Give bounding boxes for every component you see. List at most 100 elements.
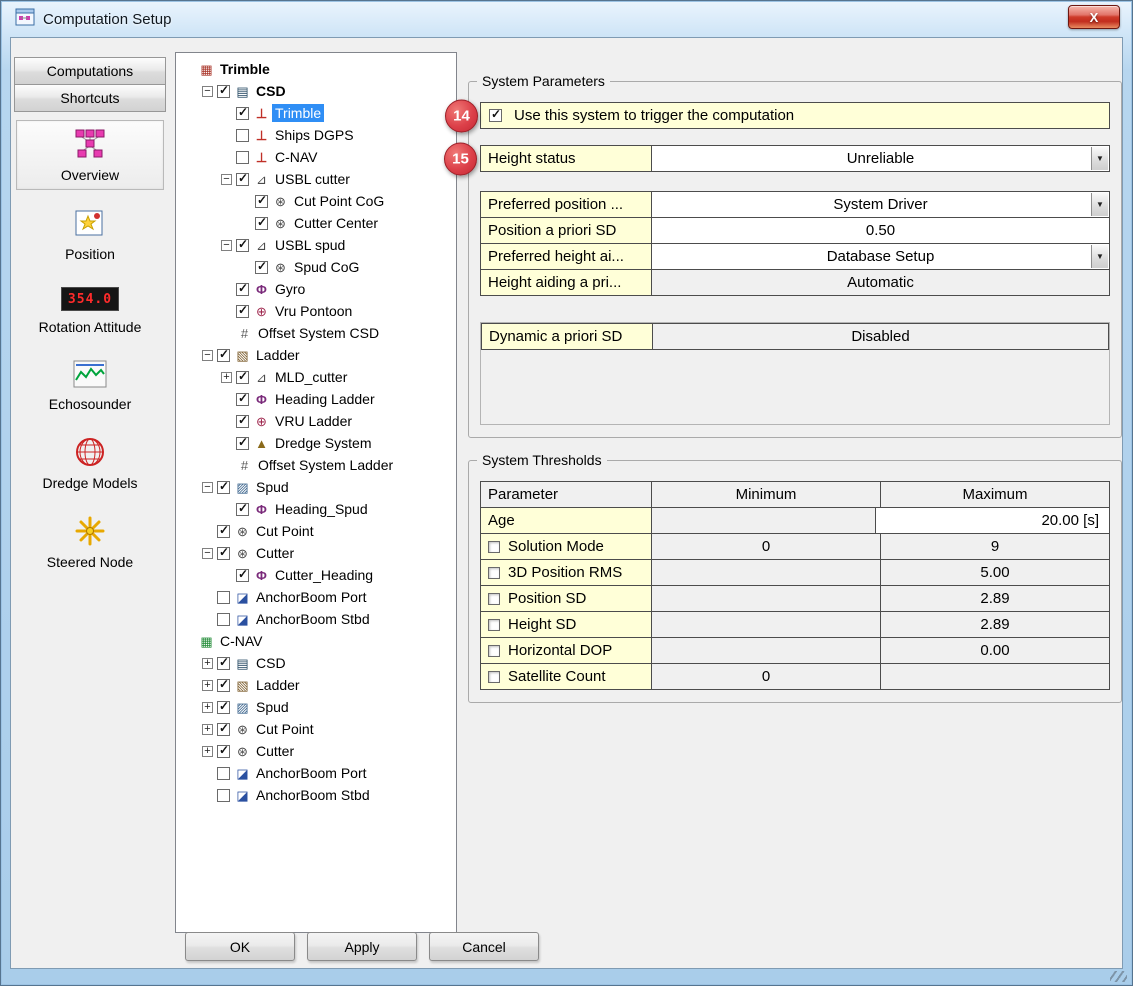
tree-checkbox[interactable] bbox=[217, 85, 230, 98]
tree-item[interactable]: Cutter Center bbox=[179, 212, 453, 234]
chevron-down-icon[interactable] bbox=[1091, 147, 1108, 170]
threshold-checkbox[interactable] bbox=[488, 619, 500, 631]
tree-item[interactable]: AnchorBoom Stbd bbox=[179, 784, 453, 806]
tree-checkbox[interactable] bbox=[217, 767, 230, 780]
tree-checkbox[interactable] bbox=[217, 613, 230, 626]
apply-button[interactable]: Apply bbox=[307, 932, 417, 961]
tree-checkbox[interactable] bbox=[236, 503, 249, 516]
resize-grip[interactable] bbox=[1110, 971, 1127, 982]
tree-checkbox[interactable] bbox=[217, 745, 230, 758]
tree-checkbox[interactable] bbox=[236, 283, 249, 296]
tree-item-selected[interactable]: Trimble bbox=[179, 102, 453, 124]
tree-checkbox[interactable] bbox=[217, 723, 230, 736]
tree-item[interactable]: Trimble bbox=[179, 58, 453, 80]
collapse-icon[interactable] bbox=[202, 350, 213, 361]
sidebar-item-overview[interactable]: Overview bbox=[16, 120, 164, 190]
tree-checkbox[interactable] bbox=[217, 679, 230, 692]
titlebar[interactable]: Computation Setup X bbox=[1, 1, 1132, 37]
tree-checkbox[interactable] bbox=[217, 789, 230, 802]
tree-item[interactable]: Dredge System bbox=[179, 432, 453, 454]
expand-icon[interactable] bbox=[202, 680, 213, 691]
chevron-down-icon[interactable] bbox=[1091, 245, 1108, 268]
tree-item[interactable]: CSD bbox=[179, 652, 453, 674]
tree-checkbox[interactable] bbox=[236, 239, 249, 252]
tree-item[interactable]: Spud CoG bbox=[179, 256, 453, 278]
collapse-icon[interactable] bbox=[202, 482, 213, 493]
tree-item[interactable]: Cut Point CoG bbox=[179, 190, 453, 212]
tree-checkbox[interactable] bbox=[236, 437, 249, 450]
tree-item[interactable]: Ladder bbox=[179, 344, 453, 366]
tree-checkbox[interactable] bbox=[217, 349, 230, 362]
tree-checkbox[interactable] bbox=[255, 261, 268, 274]
tree-item[interactable]: Offset System Ladder bbox=[179, 454, 453, 476]
collapse-icon[interactable] bbox=[202, 86, 213, 97]
tree-item[interactable]: Ships DGPS bbox=[179, 124, 453, 146]
chevron-down-icon[interactable] bbox=[1091, 193, 1108, 216]
ok-button[interactable]: OK bbox=[185, 932, 295, 961]
threshold-checkbox[interactable] bbox=[488, 593, 500, 605]
tree-checkbox[interactable] bbox=[236, 173, 249, 186]
close-button[interactable]: X bbox=[1068, 5, 1120, 29]
tree-checkbox[interactable] bbox=[255, 195, 268, 208]
tree-item[interactable]: Vru Pontoon bbox=[179, 300, 453, 322]
expand-icon[interactable] bbox=[202, 746, 213, 757]
height-status-select[interactable]: Unreliable bbox=[651, 145, 1110, 172]
tree-item[interactable]: AnchorBoom Stbd bbox=[179, 608, 453, 630]
tree-checkbox[interactable] bbox=[217, 657, 230, 670]
collapse-icon[interactable] bbox=[202, 548, 213, 559]
position-apriori-sd-input[interactable]: 0.50 bbox=[651, 217, 1110, 244]
tree-checkbox[interactable] bbox=[236, 129, 249, 142]
tree-checkbox[interactable] bbox=[236, 107, 249, 120]
tree-item[interactable]: Offset System CSD bbox=[179, 322, 453, 344]
tree-item[interactable]: Cutter bbox=[179, 542, 453, 564]
tree-item[interactable]: AnchorBoom Port bbox=[179, 762, 453, 784]
threshold-checkbox[interactable] bbox=[488, 645, 500, 657]
tree-item[interactable]: USBL spud bbox=[179, 234, 453, 256]
tree-checkbox[interactable] bbox=[236, 151, 249, 164]
cancel-button[interactable]: Cancel bbox=[429, 932, 539, 961]
expand-icon[interactable] bbox=[221, 372, 232, 383]
tree-item[interactable]: Ladder bbox=[179, 674, 453, 696]
expand-icon[interactable] bbox=[202, 658, 213, 669]
tab-shortcuts[interactable]: Shortcuts bbox=[14, 84, 166, 112]
collapse-icon[interactable] bbox=[221, 240, 232, 251]
tree-item[interactable]: VRU Ladder bbox=[179, 410, 453, 432]
trigger-computation-row[interactable]: 14 Use this system to trigger the comput… bbox=[480, 102, 1110, 129]
tree-checkbox[interactable] bbox=[236, 305, 249, 318]
tree-checkbox[interactable] bbox=[236, 569, 249, 582]
tree-checkbox[interactable] bbox=[236, 415, 249, 428]
tree-checkbox[interactable] bbox=[217, 547, 230, 560]
trigger-checkbox[interactable] bbox=[489, 109, 502, 122]
sidebar-item-position[interactable]: Position bbox=[16, 199, 164, 269]
tree-checkbox[interactable] bbox=[236, 371, 249, 384]
tree-item[interactable]: Spud bbox=[179, 476, 453, 498]
tree-item[interactable]: Heading Ladder bbox=[179, 388, 453, 410]
sidebar-item-steered-node[interactable]: Steered Node bbox=[16, 507, 164, 577]
tree-item[interactable]: C-NAV bbox=[179, 146, 453, 168]
preferred-position-select[interactable]: System Driver bbox=[651, 191, 1110, 218]
tree-item[interactable]: CSD bbox=[179, 80, 453, 102]
threshold-checkbox[interactable] bbox=[488, 567, 500, 579]
tree-item[interactable]: Spud bbox=[179, 696, 453, 718]
tree-item[interactable]: AnchorBoom Port bbox=[179, 586, 453, 608]
tree-item[interactable]: Cutter bbox=[179, 740, 453, 762]
tree-checkbox[interactable] bbox=[217, 591, 230, 604]
tree-item[interactable]: USBL cutter bbox=[179, 168, 453, 190]
collapse-icon[interactable] bbox=[221, 174, 232, 185]
tree-item[interactable]: Cut Point bbox=[179, 718, 453, 740]
tree-item[interactable]: Cut Point bbox=[179, 520, 453, 542]
expand-icon[interactable] bbox=[202, 724, 213, 735]
tree-item[interactable]: C-NAV bbox=[179, 630, 453, 652]
tree-item[interactable]: MLD_cutter bbox=[179, 366, 453, 388]
threshold-age-max-input[interactable]: 20.00 [s] bbox=[875, 507, 1110, 534]
sidebar-item-echosounder[interactable]: Echosounder bbox=[16, 351, 164, 419]
expand-icon[interactable] bbox=[202, 702, 213, 713]
tree-item[interactable]: Heading_Spud bbox=[179, 498, 453, 520]
tree-item[interactable]: Gyro bbox=[179, 278, 453, 300]
sidebar-item-rotation-attitude[interactable]: 354.0 Rotation Attitude bbox=[16, 278, 164, 342]
tree-item[interactable]: Cutter_Heading bbox=[179, 564, 453, 586]
sidebar-item-dredge-models[interactable]: Dredge Models bbox=[16, 428, 164, 498]
tab-computations[interactable]: Computations bbox=[14, 57, 166, 85]
tree-checkbox[interactable] bbox=[255, 217, 268, 230]
threshold-checkbox[interactable] bbox=[488, 671, 500, 683]
